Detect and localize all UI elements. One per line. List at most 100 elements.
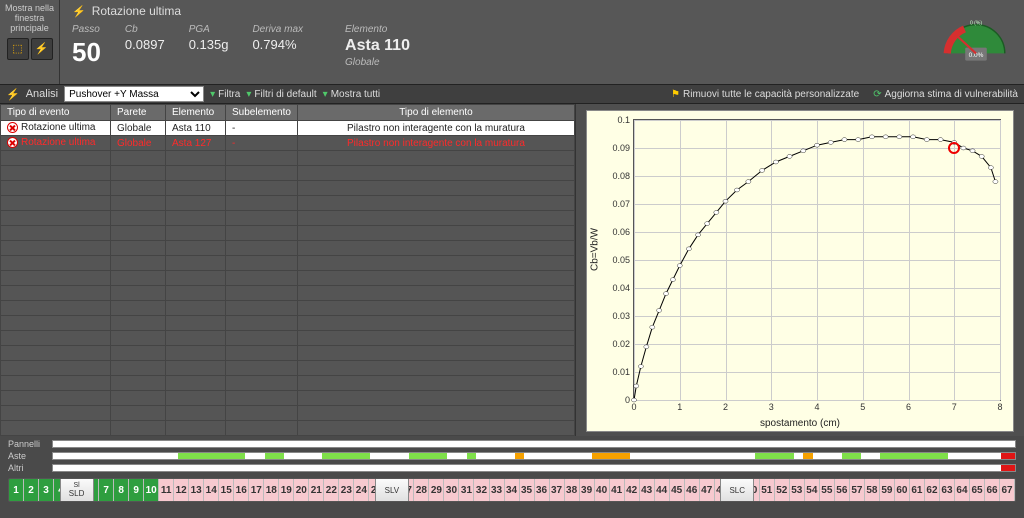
table-row[interactable] bbox=[1, 151, 575, 166]
table-row[interactable] bbox=[1, 346, 575, 361]
step-ruler[interactable]: 1234567891011121314151617181920212223242… bbox=[8, 478, 1016, 502]
th-elemento[interactable]: Elemento bbox=[166, 105, 226, 121]
ruler-cell[interactable]: 67 bbox=[1000, 479, 1015, 501]
ruler-cell[interactable]: 22 bbox=[324, 479, 339, 501]
table-row[interactable] bbox=[1, 241, 575, 256]
ruler-cell[interactable]: 33 bbox=[490, 479, 505, 501]
table-row[interactable] bbox=[1, 406, 575, 421]
ruler-cell[interactable]: 3 bbox=[39, 479, 54, 501]
ruler-cell[interactable]: 14 bbox=[204, 479, 219, 501]
ruler-cell[interactable]: 54 bbox=[805, 479, 820, 501]
bolt-icon-button[interactable]: ⚡ bbox=[31, 38, 53, 60]
ruler-cell[interactable]: 35 bbox=[520, 479, 535, 501]
ruler-cell[interactable]: 44 bbox=[655, 479, 670, 501]
table-row[interactable] bbox=[1, 376, 575, 391]
ruler-cell[interactable]: 66 bbox=[985, 479, 1000, 501]
th-parete[interactable]: Parete bbox=[111, 105, 166, 121]
ruler-cell[interactable]: 53 bbox=[790, 479, 805, 501]
table-row[interactable] bbox=[1, 166, 575, 181]
table-row[interactable]: Rotazione ultimaGlobaleAsta 110-Pilastro… bbox=[1, 121, 575, 136]
pushover-chart[interactable]: Cb=Vb/W spostamento (cm) 01234567800.010… bbox=[586, 110, 1014, 432]
ruler-cell[interactable]: 10 bbox=[144, 479, 159, 501]
analisi-select[interactable]: Pushover +Y Massa bbox=[64, 86, 204, 102]
ruler-cell[interactable]: 12 bbox=[174, 479, 189, 501]
table-row[interactable]: Rotazione ultimaGlobaleAsta 127-Pilastro… bbox=[1, 136, 575, 151]
mostra-tutti-button[interactable]: ▾Mostra tutti bbox=[323, 89, 381, 100]
ruler-cell[interactable]: 61 bbox=[910, 479, 925, 501]
filtra-button[interactable]: ▾Filtra bbox=[210, 89, 240, 100]
stripe-bar[interactable] bbox=[52, 464, 1016, 472]
ruler-cell[interactable]: 38 bbox=[565, 479, 580, 501]
ruler-cell[interactable]: 39 bbox=[580, 479, 595, 501]
ruler-cell[interactable]: 24 bbox=[354, 479, 369, 501]
limit-state-tab[interactable]: SlSLD bbox=[60, 478, 94, 502]
table-row[interactable] bbox=[1, 316, 575, 331]
ruler-cell[interactable]: 21 bbox=[309, 479, 324, 501]
ruler-cell[interactable]: 62 bbox=[925, 479, 940, 501]
th-tipo-elemento[interactable]: Tipo di elemento bbox=[297, 105, 574, 121]
ruler-cell[interactable]: 52 bbox=[775, 479, 790, 501]
ruler-cell[interactable]: 1 bbox=[9, 479, 24, 501]
table-row[interactable] bbox=[1, 361, 575, 376]
ruler-cell[interactable]: 57 bbox=[850, 479, 865, 501]
ruler-cell[interactable]: 16 bbox=[234, 479, 249, 501]
ruler-cell[interactable]: 41 bbox=[610, 479, 625, 501]
table-row[interactable] bbox=[1, 271, 575, 286]
limit-state-tab[interactable]: SLC bbox=[720, 478, 754, 502]
ruler-cell[interactable]: 8 bbox=[114, 479, 129, 501]
table-row[interactable] bbox=[1, 421, 575, 436]
ruler-cell[interactable]: 60 bbox=[895, 479, 910, 501]
ruler-cell[interactable]: 30 bbox=[444, 479, 459, 501]
ruler-cell[interactable]: 20 bbox=[294, 479, 309, 501]
ruler-cell[interactable]: 13 bbox=[189, 479, 204, 501]
ruler-cell[interactable]: 47 bbox=[700, 479, 715, 501]
ruler-cell[interactable]: 42 bbox=[625, 479, 640, 501]
stripe-bar[interactable] bbox=[52, 452, 1016, 460]
ruler-cell[interactable]: 56 bbox=[835, 479, 850, 501]
table-row[interactable] bbox=[1, 256, 575, 271]
stripe-bar[interactable] bbox=[52, 440, 1016, 448]
ruler-cell[interactable]: 55 bbox=[820, 479, 835, 501]
ruler-cell[interactable]: 64 bbox=[955, 479, 970, 501]
table-row[interactable] bbox=[1, 226, 575, 241]
ruler-cell[interactable]: 37 bbox=[550, 479, 565, 501]
ruler-cell[interactable]: 34 bbox=[505, 479, 520, 501]
ruler-cell[interactable]: 32 bbox=[474, 479, 489, 501]
th-subelemento[interactable]: Subelemento bbox=[226, 105, 298, 121]
ruler-cell[interactable]: 17 bbox=[249, 479, 264, 501]
table-row[interactable] bbox=[1, 331, 575, 346]
table-row[interactable] bbox=[1, 301, 575, 316]
aggiorna-stima-button[interactable]: ⟳Aggiorna stima di vulnerabilità bbox=[873, 89, 1018, 100]
ruler-cell[interactable]: 29 bbox=[429, 479, 444, 501]
ruler-cell[interactable]: 65 bbox=[970, 479, 985, 501]
ruler-cell[interactable]: 7 bbox=[99, 479, 114, 501]
table-row[interactable] bbox=[1, 211, 575, 226]
ruler-cell[interactable]: 51 bbox=[760, 479, 775, 501]
ruler-cell[interactable]: 15 bbox=[219, 479, 234, 501]
ruler-cell[interactable]: 58 bbox=[865, 479, 880, 501]
ruler-cell[interactable]: 36 bbox=[535, 479, 550, 501]
ruler-cell[interactable]: 23 bbox=[339, 479, 354, 501]
ruler-cell[interactable]: 19 bbox=[279, 479, 294, 501]
ruler-cell[interactable]: 31 bbox=[459, 479, 474, 501]
ruler-cell[interactable]: 45 bbox=[670, 479, 685, 501]
ruler-cell[interactable]: 43 bbox=[640, 479, 655, 501]
ruler-cell[interactable]: 63 bbox=[940, 479, 955, 501]
ruler-cell[interactable]: 28 bbox=[414, 479, 429, 501]
ruler-cell[interactable]: 11 bbox=[159, 479, 174, 501]
table-row[interactable] bbox=[1, 181, 575, 196]
rimuovi-capacita-button[interactable]: ⚑Rimuovi tutte le capacità personalizzat… bbox=[671, 89, 859, 100]
limit-state-tab[interactable]: SLV bbox=[375, 478, 409, 502]
th-tipo-evento[interactable]: Tipo di evento bbox=[1, 105, 111, 121]
ruler-cell[interactable]: 9 bbox=[129, 479, 144, 501]
ruler-cell[interactable]: 46 bbox=[685, 479, 700, 501]
ruler-cell[interactable]: 2 bbox=[24, 479, 39, 501]
ruler-cell[interactable]: 59 bbox=[880, 479, 895, 501]
table-row[interactable] bbox=[1, 391, 575, 406]
filtri-default-button[interactable]: ▾Filtri di default bbox=[246, 89, 316, 100]
ruler-cell[interactable]: 18 bbox=[264, 479, 279, 501]
table-row[interactable] bbox=[1, 196, 575, 211]
table-row[interactable] bbox=[1, 286, 575, 301]
cube-icon-button[interactable]: ⬚ bbox=[7, 38, 29, 60]
ruler-cell[interactable]: 40 bbox=[595, 479, 610, 501]
